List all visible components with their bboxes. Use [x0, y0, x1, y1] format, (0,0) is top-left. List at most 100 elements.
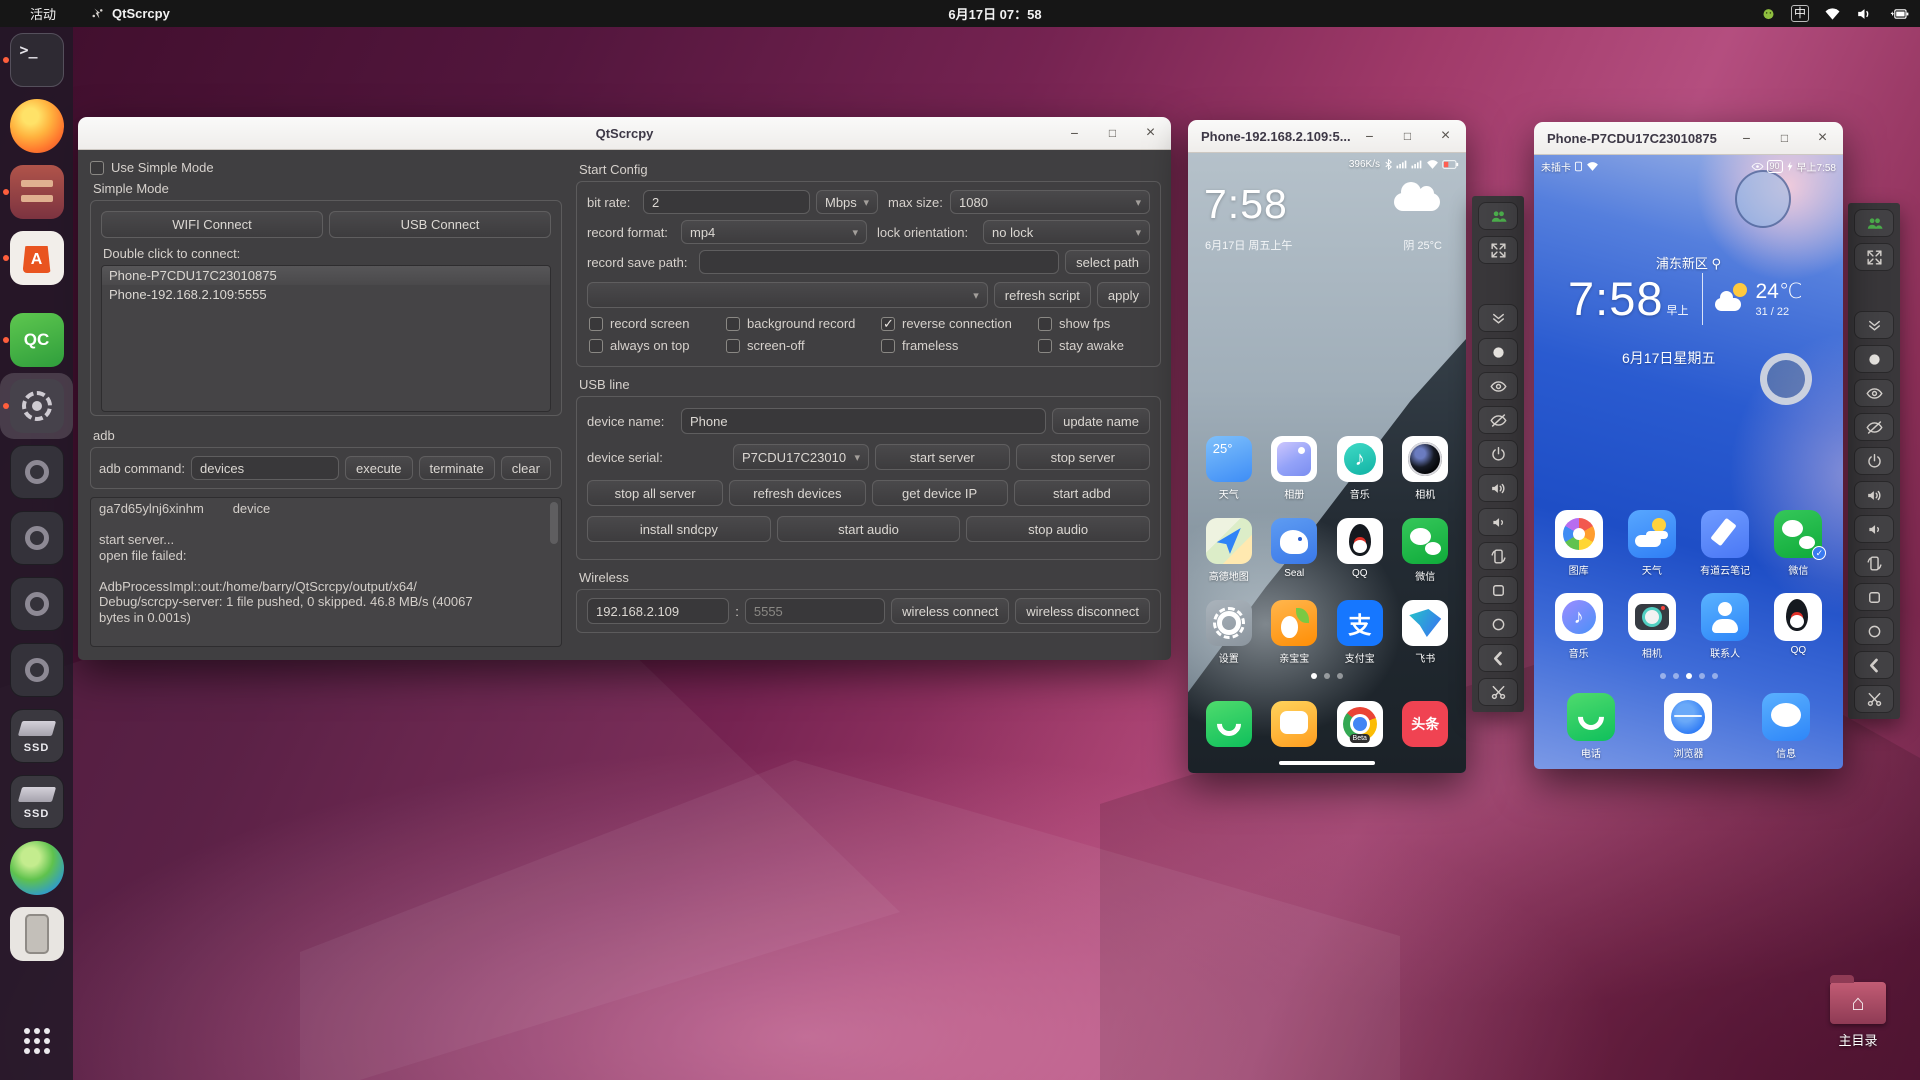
wireless-disconnect-button[interactable]: wireless disconnect: [1015, 598, 1150, 624]
设置-app[interactable]: 设置: [1196, 600, 1262, 682]
支付宝-app[interactable]: 支支付宝: [1327, 600, 1393, 682]
toolbar-expand-button[interactable]: [1478, 304, 1518, 332]
wifi-connect-button[interactable]: WIFI Connect: [101, 211, 323, 238]
联系人-app[interactable]: 联系人: [1689, 593, 1762, 676]
input-method-indicator[interactable]: 中: [1790, 5, 1809, 22]
assistive-touch-ball[interactable]: [1760, 353, 1812, 405]
maximize-icon[interactable]: [1399, 128, 1416, 145]
toolbar-group-button[interactable]: [1854, 209, 1894, 237]
toolbar-app-switch-button[interactable]: [1478, 576, 1518, 604]
maximize-icon[interactable]: [1776, 130, 1793, 147]
focused-app-menu[interactable]: QtScrcpy: [90, 6, 170, 21]
phone-app[interactable]: 电话: [1566, 693, 1615, 760]
phone2-titlebar[interactable]: Phone-P7CDU17C23010875: [1534, 122, 1843, 155]
screen-off-checkbox[interactable]: screen-off: [726, 338, 881, 353]
record-save-path-input[interactable]: [699, 250, 1060, 274]
QQ-app[interactable]: QQ: [1327, 518, 1393, 600]
toolbar-volume-up-button[interactable]: [1854, 481, 1894, 509]
lock-orientation-select[interactable]: no lock: [983, 220, 1150, 244]
toolbar-fullscreen-button[interactable]: [1854, 243, 1894, 271]
phone2-screen[interactable]: 未插卡 90 早上7:58 浦东新区 ⚲ 7:58 早上 24℃ 31 / 22…: [1534, 155, 1843, 769]
dock-item-device3[interactable]: [0, 571, 73, 637]
dock-item-terminal[interactable]: [0, 27, 73, 93]
toolbar-home-button[interactable]: [1854, 617, 1894, 645]
minimize-icon[interactable]: [1738, 130, 1755, 147]
toolbar-screen-off-button[interactable]: [1478, 406, 1518, 434]
toolbar-volume-down-button[interactable]: [1478, 508, 1518, 536]
reverse-connection-checkbox[interactable]: reverse connection: [881, 316, 1038, 332]
apply-button[interactable]: apply: [1096, 282, 1150, 308]
dock-item-phone[interactable]: [0, 901, 73, 967]
background-record-checkbox[interactable]: background record: [726, 316, 881, 331]
show-fps-checkbox[interactable]: show fps: [1038, 316, 1148, 331]
phone1-screen[interactable]: 396K/s 7:58 6月17日 周五上午 阴 25°C 25° 天气 相册 音乐 相…: [1188, 153, 1466, 773]
toolbar-screenshot-button[interactable]: [1854, 685, 1894, 713]
toolbar-expand-button[interactable]: [1854, 311, 1894, 339]
start-server-button[interactable]: start server: [875, 444, 1010, 470]
use-simple-mode-checkbox[interactable]: Use Simple Mode: [90, 160, 562, 175]
toolbar-power-button[interactable]: [1478, 440, 1518, 468]
dock-item-device1[interactable]: [0, 439, 73, 505]
home-folder-desktop-icon[interactable]: 主目录: [1822, 972, 1894, 1049]
bit-rate-input[interactable]: 2: [643, 190, 810, 214]
微信-app[interactable]: 微信: [1393, 518, 1459, 600]
wireless-ip-input[interactable]: 192.168.2.109: [587, 598, 730, 624]
chrome-app[interactable]: Beta: [1336, 701, 1383, 747]
phone1-titlebar[interactable]: Phone-192.168.2.109:5...: [1188, 120, 1466, 153]
stop-all-server-button[interactable]: stop all server: [587, 480, 724, 506]
close-icon[interactable]: [1437, 128, 1454, 145]
Seal-app[interactable]: Seal: [1262, 518, 1328, 600]
device-list-item[interactable]: Phone-192.168.2.109:5555: [102, 285, 550, 304]
usb-connect-button[interactable]: USB Connect: [329, 211, 551, 238]
start-adbd-button[interactable]: start adbd: [1013, 480, 1150, 506]
toolbar-screen-on-button[interactable]: [1478, 372, 1518, 400]
maximize-icon[interactable]: [1104, 125, 1121, 142]
亲宝宝-app[interactable]: 亲宝宝: [1262, 600, 1328, 682]
dock-item-ssd2[interactable]: [0, 769, 73, 835]
device-name-input[interactable]: Phone: [681, 408, 1047, 434]
音乐-app[interactable]: 音乐: [1542, 593, 1615, 676]
qtscrcpy-titlebar[interactable]: QtScrcpy: [78, 117, 1171, 150]
天气-app[interactable]: 25° 天气: [1196, 436, 1262, 518]
minimize-icon[interactable]: [1361, 128, 1378, 145]
activities-button[interactable]: 活动: [30, 4, 56, 23]
QQ-app[interactable]: QQ: [1762, 593, 1835, 676]
max-size-select[interactable]: 1080: [950, 190, 1150, 214]
toolbar-screen-off-button[interactable]: [1854, 413, 1894, 441]
install-sndcpy-button[interactable]: install sndcpy: [587, 516, 771, 542]
dock-item-qc[interactable]: [0, 307, 73, 373]
微信-app[interactable]: 微信: [1762, 510, 1835, 593]
adb-command-input[interactable]: devices: [191, 456, 339, 480]
close-icon[interactable]: [1814, 130, 1831, 147]
bit-rate-unit-select[interactable]: Mbps: [816, 190, 878, 214]
terminate-button[interactable]: terminate: [418, 456, 495, 480]
toolbar-touch-button[interactable]: [1478, 338, 1518, 366]
device-serial-select[interactable]: P7CDU17C23010: [733, 444, 869, 470]
dock-item-firefox[interactable]: [0, 93, 73, 159]
高德地图-app[interactable]: 高德地图: [1196, 518, 1262, 600]
toolbar-flip-button[interactable]: [1854, 549, 1894, 577]
toolbar-screen-on-button[interactable]: [1854, 379, 1894, 407]
toolbar-screenshot-button[interactable]: [1478, 678, 1518, 706]
stay-awake-checkbox[interactable]: stay awake: [1038, 338, 1148, 353]
messages-app[interactable]: [1271, 701, 1318, 747]
record-screen-checkbox[interactable]: record screen: [589, 316, 726, 331]
stop-audio-button[interactable]: stop audio: [966, 516, 1151, 542]
script-select[interactable]: [587, 282, 988, 308]
record-format-select[interactable]: mp4: [681, 220, 867, 244]
minimize-icon[interactable]: [1066, 125, 1083, 142]
toolbar-touch-button[interactable]: [1854, 345, 1894, 373]
飞书-app[interactable]: 飞书: [1393, 600, 1459, 682]
device-list-item[interactable]: Phone-P7CDU17C23010875: [102, 266, 550, 285]
android-tray-icon[interactable]: [1761, 6, 1776, 21]
device-list[interactable]: Phone-P7CDU17C23010875 Phone-192.168.2.10…: [101, 265, 551, 412]
stop-server-button[interactable]: stop server: [1015, 444, 1150, 470]
toolbar-back-button[interactable]: [1854, 651, 1894, 679]
frameless-checkbox[interactable]: frameless: [881, 338, 1038, 353]
dock-item-ssd1[interactable]: [0, 703, 73, 769]
toolbar-volume-up-button[interactable]: [1478, 474, 1518, 502]
wireless-port-input[interactable]: 5555: [744, 598, 886, 624]
dock-item-software[interactable]: [0, 225, 73, 291]
dock-item-device2[interactable]: [0, 505, 73, 571]
图库-app[interactable]: 图库: [1542, 510, 1615, 593]
